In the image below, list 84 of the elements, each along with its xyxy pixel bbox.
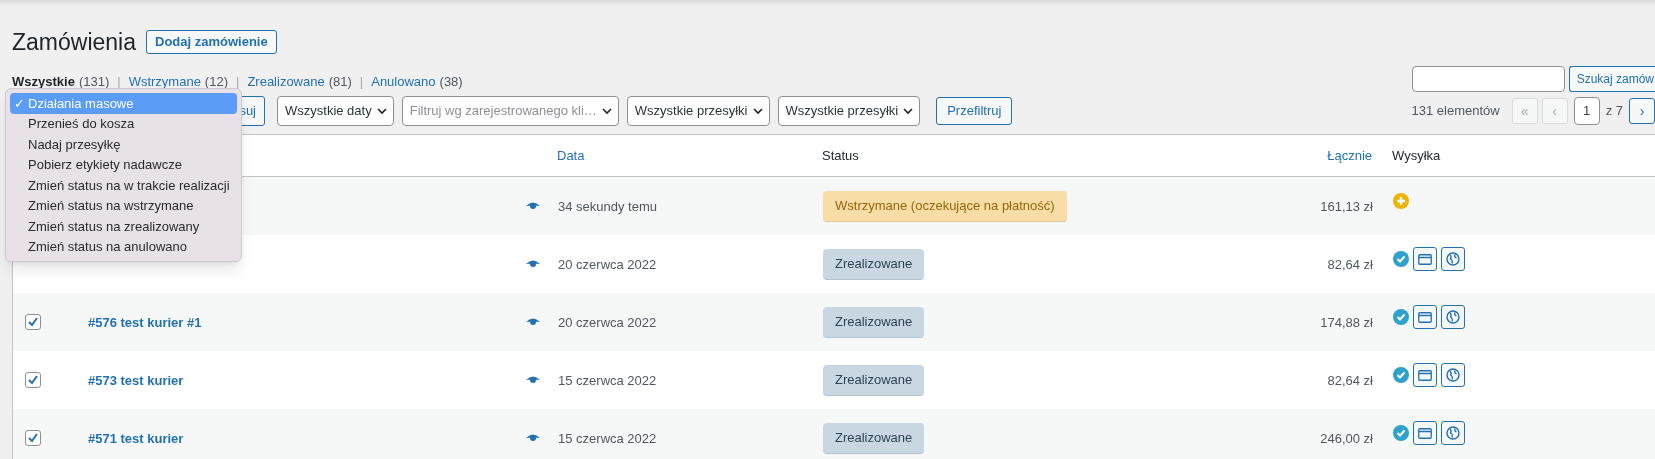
view-link[interactable]: Zrealizowane bbox=[247, 72, 325, 92]
check-circle-icon bbox=[1393, 309, 1409, 325]
eye-icon[interactable] bbox=[526, 317, 540, 327]
add-order-button[interactable]: Dodaj zamówienie bbox=[146, 30, 277, 54]
view-link[interactable]: Wstrzymane bbox=[128, 72, 201, 92]
row-checkbox[interactable] bbox=[25, 314, 41, 330]
label-button[interactable] bbox=[1413, 247, 1437, 271]
eye-icon[interactable] bbox=[526, 201, 540, 211]
next-page-button[interactable]: › bbox=[1629, 98, 1655, 124]
check-circle-icon bbox=[1393, 367, 1409, 383]
globe-icon bbox=[1446, 310, 1460, 324]
view-link[interactable]: Anulowano bbox=[371, 72, 436, 92]
order-link[interactable]: #571 test kurier bbox=[88, 431, 184, 446]
item-count: 131 elementów bbox=[1411, 102, 1500, 121]
filter-button[interactable]: Przefiltruj bbox=[936, 97, 1013, 125]
menu-item[interactable]: Zmień status na anulowano bbox=[10, 236, 237, 257]
check-circle-icon bbox=[1393, 251, 1409, 267]
status-badge: Zrealizowane bbox=[823, 364, 925, 396]
tracking-button[interactable] bbox=[1441, 305, 1465, 329]
order-link[interactable]: #573 test kurier bbox=[88, 373, 184, 388]
order-total: 246,00 zł bbox=[1320, 431, 1373, 446]
order-date: 15 czerwca 2022 bbox=[558, 373, 657, 388]
menu-item[interactable]: Zmień status na w trakcie realizacji bbox=[10, 175, 237, 196]
chevron-icon bbox=[902, 105, 915, 117]
chevron-icon bbox=[375, 105, 388, 117]
column-header[interactable]: Data bbox=[557, 147, 585, 163]
chevron-icon bbox=[600, 105, 613, 117]
page-title: Zamówienia bbox=[12, 27, 136, 57]
view-count: (38) bbox=[439, 73, 463, 91]
order-total: 161,13 zł bbox=[1320, 199, 1373, 214]
tracking-button[interactable] bbox=[1441, 247, 1465, 271]
card-icon bbox=[1418, 427, 1432, 439]
menu-item[interactable]: Nadaj przesyłkę bbox=[10, 134, 237, 155]
label-button[interactable] bbox=[1413, 363, 1437, 387]
order-date: 20 czerwca 2022 bbox=[558, 315, 657, 330]
row-checkbox[interactable] bbox=[25, 372, 41, 388]
view-count: (81) bbox=[328, 73, 352, 91]
eye-icon[interactable] bbox=[526, 375, 540, 385]
status-badge: Zrealizowane bbox=[823, 422, 925, 454]
row-checkbox[interactable] bbox=[25, 430, 41, 446]
filter-dropdown[interactable]: Wszystkie daty bbox=[277, 96, 394, 126]
menu-item[interactable]: Zmień status na wstrzymane bbox=[10, 195, 237, 216]
card-icon bbox=[1418, 253, 1432, 265]
tracking-button[interactable] bbox=[1441, 363, 1465, 387]
label-button[interactable] bbox=[1413, 421, 1437, 445]
page-input[interactable]: 1 bbox=[1573, 97, 1600, 125]
status-badge: Wstrzymane (oczekujące na płatność) bbox=[823, 190, 1067, 222]
order-total: 82,64 zł bbox=[1327, 257, 1373, 272]
chevron-icon bbox=[751, 105, 764, 117]
filter-dropdown[interactable]: Wszystkie przesyłki bbox=[777, 96, 921, 126]
column-header: Wysyłka bbox=[1392, 147, 1441, 163]
order-date: 20 czerwca 2022 bbox=[558, 257, 657, 272]
separator: | bbox=[358, 73, 365, 91]
view-link[interactable]: Wszystkie bbox=[12, 72, 75, 92]
eye-icon[interactable] bbox=[526, 259, 540, 269]
menu-item[interactable]: Zmień status na zrealizowany bbox=[10, 216, 237, 237]
order-total: 174,88 zł bbox=[1320, 315, 1373, 330]
search-field[interactable] bbox=[1411, 66, 1565, 92]
menu-item[interactable]: ✓ Działania masowe bbox=[10, 93, 237, 114]
view-count: (131) bbox=[78, 73, 110, 91]
page-total: z 7 bbox=[1604, 102, 1624, 121]
eye-icon[interactable] bbox=[526, 433, 540, 443]
status-badge: Zrealizowane bbox=[823, 306, 925, 338]
check-circle-icon bbox=[1393, 425, 1409, 441]
menu-item[interactable]: Pobierz etykiety nadawcze bbox=[10, 154, 237, 175]
order-date: 34 sekundy temu bbox=[558, 199, 657, 214]
column-header[interactable]: Łącznie bbox=[1327, 147, 1372, 163]
order-date: 15 czerwca 2022 bbox=[558, 431, 657, 446]
filter-dropdown[interactable]: Wszystkie przesyłki bbox=[626, 96, 770, 126]
view-count: (12) bbox=[204, 73, 228, 91]
globe-icon bbox=[1446, 368, 1460, 382]
card-icon bbox=[1418, 369, 1432, 381]
card-icon bbox=[1418, 311, 1432, 323]
search-button[interactable]: Szukaj zamów bbox=[1568, 66, 1655, 92]
order-total: 82,64 zł bbox=[1327, 373, 1373, 388]
globe-icon bbox=[1446, 426, 1460, 440]
column-header: Status bbox=[822, 147, 859, 163]
separator: | bbox=[235, 73, 241, 91]
tracking-button[interactable] bbox=[1441, 421, 1465, 445]
label-button[interactable] bbox=[1413, 305, 1437, 329]
globe-icon bbox=[1446, 252, 1460, 266]
order-link[interactable]: #576 test kurier #1 bbox=[88, 315, 202, 330]
status-badge: Zrealizowane bbox=[823, 248, 925, 280]
filter-dropdown[interactable]: Filtruj wg zarejestrowanego kli… bbox=[401, 96, 619, 126]
